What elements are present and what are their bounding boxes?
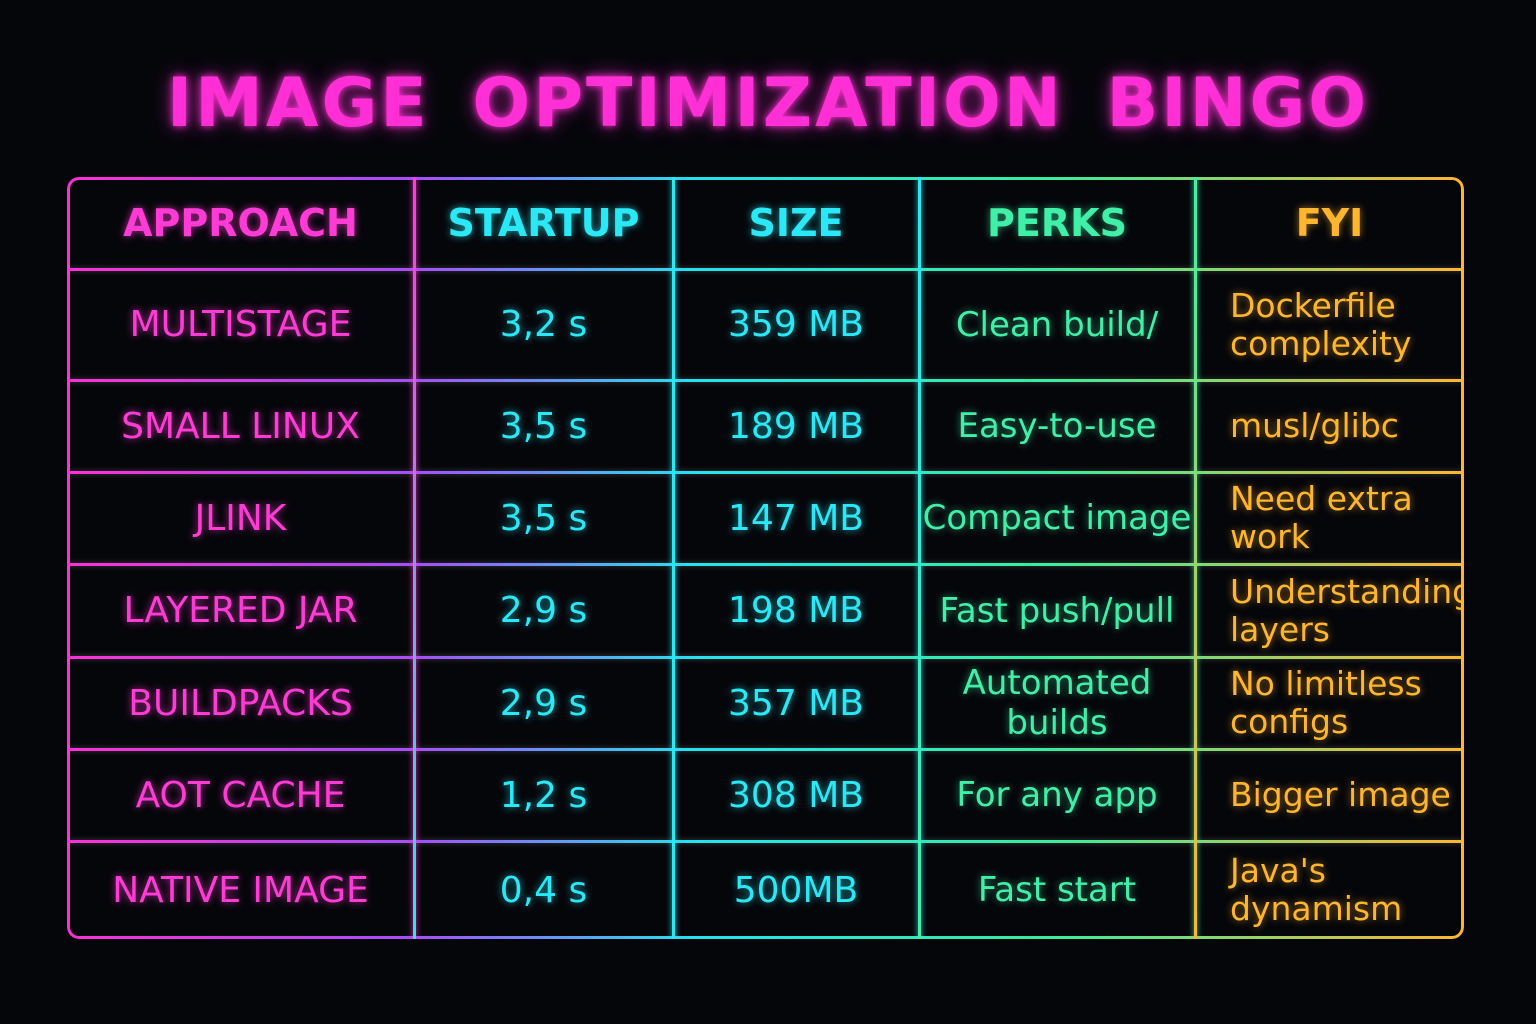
cell-approach: MULTISTAGE (129, 304, 352, 345)
cell-fyi: Dockerfile complexity (1230, 285, 1412, 363)
cell-size: 189 MB (728, 405, 864, 447)
cell-fyi: Need extra work (1230, 479, 1413, 556)
cell-perks: Fast start (977, 870, 1137, 910)
cell-startup: 3,2 s (499, 304, 588, 345)
cell-approach: JLINK (194, 497, 287, 539)
cell-size: 359 MB (728, 304, 864, 345)
cell-size: 198 MB (728, 590, 864, 631)
cell-startup: 2,9 s (499, 590, 588, 631)
cell-approach: SMALL LINUX (121, 405, 360, 447)
cell-approach: LAYERED JAR (123, 590, 358, 631)
cell-perks: Fast push/pull (939, 590, 1175, 631)
cell-perks: Clean build/ (955, 304, 1159, 345)
header-fyi: FYI (1295, 201, 1364, 245)
cell-startup: 0,4 s (499, 869, 588, 911)
cell-fyi: No limitless configs (1230, 664, 1422, 741)
header-startup: STARTUP (447, 201, 640, 245)
cell-size: 147 MB (728, 497, 864, 539)
cell-perks: Compact image (922, 498, 1192, 538)
comparison-table: APPROACH STARTUP SIZE PERKS FYI MULTISTAGE 3,2… (67, 177, 1464, 939)
cell-perks: Automated builds (962, 663, 1152, 743)
cell-startup: 1,2 s (499, 774, 588, 816)
cell-startup: 3,5 s (499, 497, 588, 539)
cell-fyi: Bigger image (1230, 775, 1451, 814)
cell-perks: For any app (956, 775, 1158, 815)
header-perks: PERKS (987, 201, 1127, 245)
cell-size: 357 MB (728, 682, 864, 724)
page-title: IMAGE OPTIMIZATION BINGO (166, 64, 1370, 143)
cell-fyi: musl/glibc (1230, 406, 1399, 445)
cell-approach: BUILDPACKS (128, 682, 353, 724)
header-size: SIZE (748, 201, 844, 245)
cell-approach: AOT CACHE (135, 774, 346, 816)
cell-startup: 2,9 s (499, 682, 588, 724)
cell-approach: NATIVE IMAGE (112, 869, 369, 911)
cell-size: 308 MB (728, 774, 864, 816)
cell-startup: 3,5 s (499, 405, 588, 447)
cell-size: 500MB (733, 869, 859, 911)
cell-perks: Easy-to-use (957, 406, 1157, 446)
cell-fyi: Understanding layers (1230, 571, 1464, 649)
cell-fyi: Java's dynamism (1230, 851, 1403, 928)
header-approach: APPROACH (123, 201, 358, 245)
